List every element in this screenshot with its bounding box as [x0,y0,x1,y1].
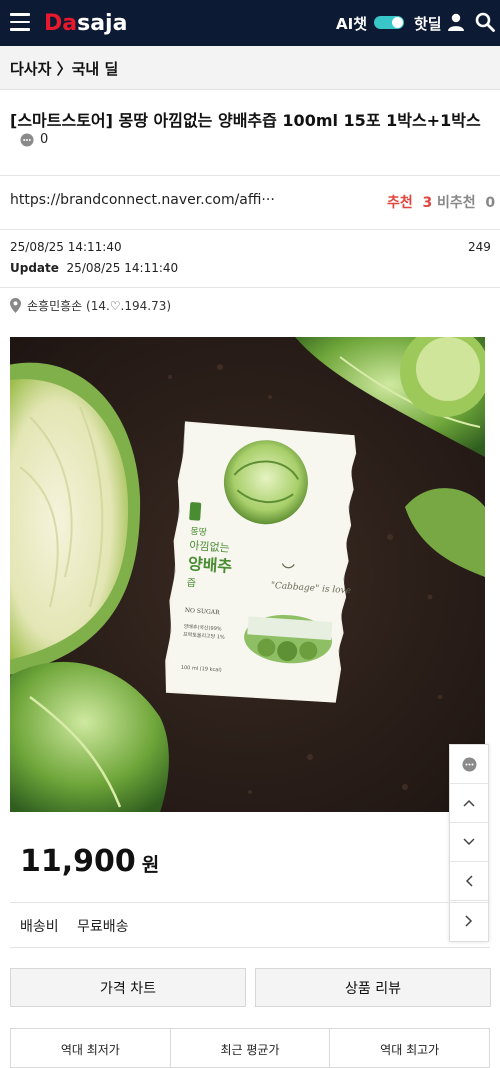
shipping-label: 배송비 [20,919,59,935]
breadcrumb-bar: 다사자 〉국내 딜 [0,46,500,90]
previous-post-button[interactable] [450,862,488,901]
price-amount: 11,900 [20,844,136,879]
nonrecommend-button[interactable]: 비추천 0 [437,192,495,212]
menu-icon[interactable] [10,13,30,31]
pouch-line3-text: 즙 [186,577,196,590]
divider [0,287,500,288]
ai-chat-toggle[interactable] [374,16,404,29]
comment-count: 0 [40,132,49,147]
product-price: 11,900 원 [20,844,159,879]
pouch-brand-text: 몽땅 [190,526,207,538]
author-info[interactable]: 손흥민흥손 (14.♡.194.73) [10,297,171,314]
product-review-button[interactable]: 상품 리뷰 [255,968,491,1007]
recent-average-header: 최근 평균가 [171,1029,331,1067]
price-chart-button[interactable]: 가격 차트 [10,968,246,1007]
logo-text-red: Da [44,10,78,36]
logo-text-white: saja [77,10,128,36]
arrow-left-icon [465,875,473,887]
product-photo: 몽땅 아낌없는 양배추 즙 "Cabbage" is love NO SUGAR… [10,337,485,812]
arrow-up-icon [463,799,475,807]
all-time-high-header: 역대 최고가 [380,1043,440,1057]
comment-bubble-icon [20,133,34,146]
comment-icon [462,757,476,771]
comment-shortcut-button[interactable] [450,745,488,784]
recommend-label: 추천 [387,195,413,211]
pouch-line2-text: 양배추 [187,554,233,576]
site-logo[interactable]: Da saja [44,9,127,37]
toggle-knob [392,17,403,28]
all-time-low-header: 역대 최저가 [11,1029,171,1067]
product-photo-illustration: 몽땅 아낌없는 양배추 즙 "Cabbage" is love NO SUGAR… [10,337,485,812]
shipping-row: 배송비 무료배송 [10,902,490,948]
shipping-value: 무료배송 [77,919,129,935]
location-pin-icon [10,298,21,313]
price-stats-table: 역대 최저가 최근 평균가 역대 최고가 [10,1028,490,1068]
product-link[interactable]: https://brandconnect.naver.com/affi··· [10,192,275,208]
post-title: [스마트스토어] 몽땅 아낌없는 양배추즙 100ml 15포 1박스+1박스 [10,111,481,130]
divider [0,175,500,176]
arrow-down-icon [463,838,475,846]
breadcrumb[interactable]: 다사자 〉국내 딜 [10,58,118,79]
divider [0,229,500,230]
update-label: Update [10,261,59,275]
author-name: 손흥민흥손 (14.♡.194.73) [27,299,172,313]
recommend-button[interactable]: 추천 3 [387,192,432,212]
user-icon[interactable] [447,13,465,31]
scroll-bottom-button[interactable] [450,823,488,862]
comment-counter[interactable]: 0 [20,132,48,147]
scroll-top-button[interactable] [450,784,488,823]
ai-chat-label: AI챗 [336,15,367,33]
view-count: 249 [468,240,491,254]
top-navigation-bar: Da saja AI챗 핫딜 [0,0,500,46]
update-date: Update 25/08/25 14:11:40 [10,261,178,275]
nonrecommend-count: 0 [485,195,496,211]
hotdeal-link[interactable]: 핫딜 [414,13,442,34]
post-date: 25/08/25 14:11:40 [10,240,122,254]
update-date-value: 25/08/25 14:11:40 [66,261,179,275]
price-unit: 원 [141,854,160,876]
nonrecommend-label: 비추천 [437,195,476,211]
search-icon[interactable] [475,12,495,32]
recommend-count: 3 [422,195,433,211]
